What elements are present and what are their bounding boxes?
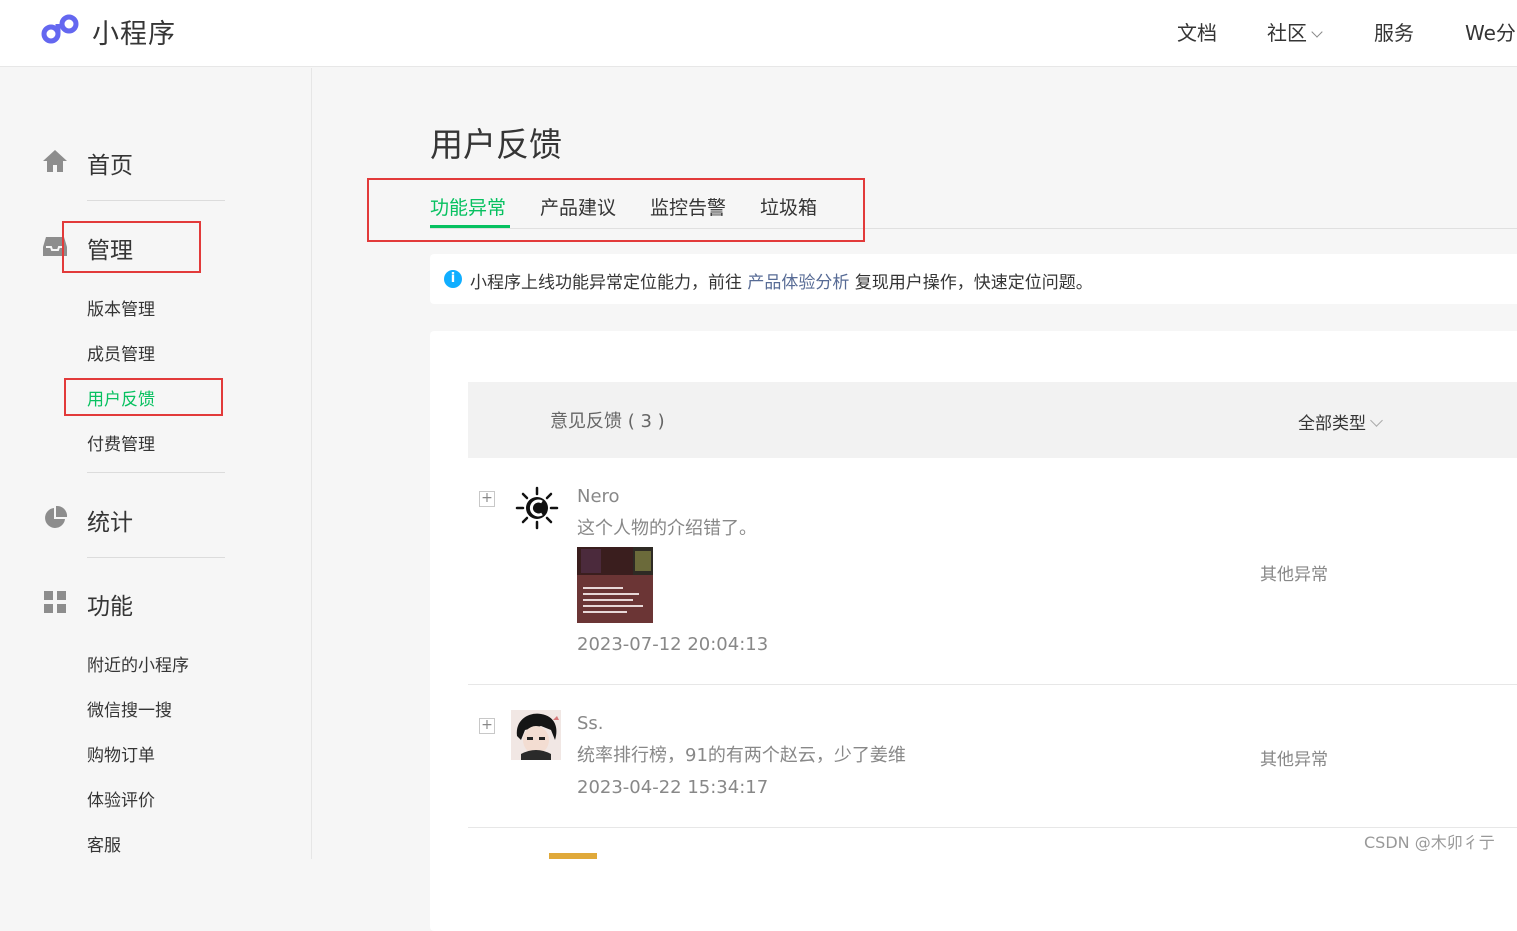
miniprogram-logo-icon[interactable] [40, 12, 82, 48]
feedback-screenshot-thumbnail[interactable] [577, 547, 653, 623]
feedback-time: 2023-07-12 20:04:13 [577, 634, 769, 655]
sidebar-item-nearby[interactable]: 附近的小程序 [87, 651, 189, 676]
highlight-box-feedback [64, 378, 223, 416]
expand-icon[interactable]: + [479, 491, 495, 507]
row-divider [468, 827, 1517, 828]
notice-text: 小程序上线功能异常定位能力，前往 产品体验分析 复现用户操作，快速定位问题。 [470, 268, 1093, 293]
sidebar-item-payment[interactable]: 付费管理 [87, 430, 155, 455]
pie-chart-icon [45, 505, 68, 528]
notice-text-before: 小程序上线功能异常定位能力，前往 [470, 273, 742, 293]
type-filter-dropdown[interactable]: 全部类型 [1298, 409, 1383, 434]
sidebar-item-service[interactable]: 客服 [87, 831, 121, 856]
grid-icon [44, 591, 66, 613]
avatar[interactable] [515, 486, 559, 530]
feedback-content: 统率排行榜，91的有两个赵云，少了姜维 [577, 745, 906, 766]
nav-we-analysis[interactable]: We分 [1465, 17, 1516, 46]
nav-services[interactable]: 服务 [1374, 17, 1414, 46]
watermark: CSDN @木卯彳亍 [1364, 833, 1495, 852]
page-title: 用户反馈 [430, 125, 562, 164]
feedback-user-name: Ss. [577, 713, 604, 734]
sidebar-section-features[interactable]: 功能 [87, 587, 133, 621]
feedback-type: 其他异常 [1260, 750, 1328, 770]
sidebar-item-search[interactable]: 微信搜一搜 [87, 696, 172, 721]
highlight-box-manage [62, 221, 201, 273]
sidebar-section-home[interactable]: 首页 [87, 146, 133, 180]
sidebar-item-rating[interactable]: 体验评价 [87, 786, 155, 811]
expand-icon[interactable]: + [479, 718, 495, 734]
nav-community[interactable]: 社区 [1267, 17, 1323, 46]
sidebar-divider [87, 472, 225, 473]
notice-text-after: 复现用户操作，快速定位问题。 [854, 273, 1093, 293]
info-icon: i [444, 270, 462, 288]
sidebar-divider [87, 557, 225, 558]
type-filter-label: 全部类型 [1298, 414, 1366, 434]
chevron-down-icon [1311, 26, 1323, 38]
sidebar-item-members[interactable]: 成员管理 [87, 340, 155, 365]
feedback-user-name: Nero [577, 486, 620, 507]
feedback-content: 这个人物的介绍错了。 [577, 518, 757, 539]
top-bar: 小程序 文档 社区 服务 We分 [0, 0, 1517, 67]
avatar[interactable] [549, 853, 597, 859]
home-icon [43, 150, 67, 172]
sidebar-item-orders[interactable]: 购物订单 [87, 741, 155, 766]
sidebar: 首页 管理 版本管理 成员管理 用户反馈 付费管理 统计 功能 附近的小程序 微… [0, 68, 312, 859]
highlight-box-tabs [367, 178, 865, 242]
sidebar-section-stats[interactable]: 统计 [87, 503, 133, 537]
notice-link[interactable]: 产品体验分析 [747, 273, 849, 293]
nav-docs[interactable]: 文档 [1177, 17, 1217, 46]
main-content: 用户反馈 功能异常 产品建议 监控告警 垃圾箱 i 小程序上线功能异常定位能力，… [313, 68, 1517, 931]
sidebar-item-version[interactable]: 版本管理 [87, 295, 155, 320]
brand-name[interactable]: 小程序 [92, 12, 176, 51]
chevron-down-icon [1370, 414, 1383, 427]
avatar[interactable] [511, 710, 561, 760]
feedback-panel: 意见反馈 ( 3 ) 全部类型 + Nero 这个人物的介绍错了。 2023-0… [430, 331, 1517, 931]
sidebar-divider [87, 200, 225, 201]
list-title: 意见反馈 ( 3 ) [550, 411, 665, 432]
nav-community-label: 社区 [1267, 21, 1307, 45]
list-header: 意见反馈 ( 3 ) 全部类型 [468, 382, 1517, 458]
notice-bar: i 小程序上线功能异常定位能力，前往 产品体验分析 复现用户操作，快速定位问题。 [430, 254, 1517, 304]
feedback-type: 其他异常 [1260, 565, 1328, 585]
feedback-time: 2023-04-22 15:34:17 [577, 777, 769, 798]
row-divider [468, 684, 1517, 685]
